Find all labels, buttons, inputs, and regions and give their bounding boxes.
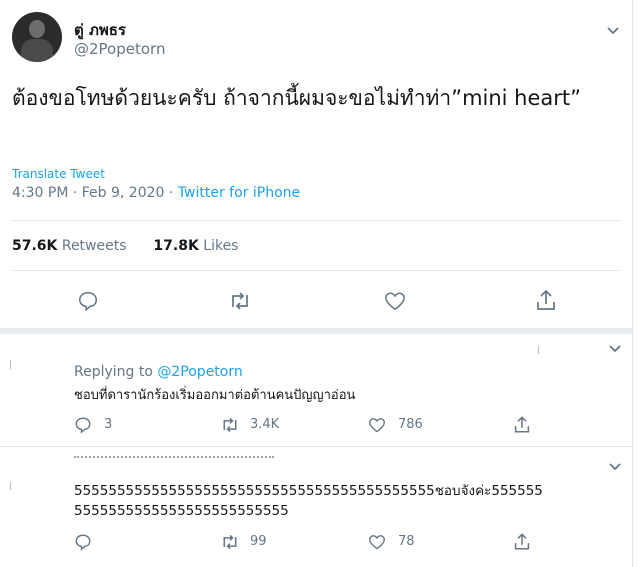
- chevron-down-icon[interactable]: [606, 26, 620, 36]
- reply-text: ชอบที่ดารานักร้องเริ่มออกมาต่อต้านคนปัญญ…: [74, 388, 356, 403]
- chevron-down-icon[interactable]: [608, 462, 622, 472]
- replying-to: Replying to @2Popetorn: [74, 364, 243, 380]
- likes-label: Likes: [203, 238, 239, 254]
- obscured-header: [74, 456, 274, 460]
- avatar-placeholder: [10, 482, 11, 490]
- reply-count: 3: [104, 417, 113, 432]
- like-icon[interactable]: [368, 534, 386, 550]
- likes-stat[interactable]: 17.8K Likes: [153, 238, 238, 254]
- tweet-time[interactable]: 4:30 PM · Feb 9, 2020: [12, 185, 164, 201]
- share-icon[interactable]: [536, 289, 556, 311]
- translate-tweet-link[interactable]: Translate Tweet: [12, 167, 105, 181]
- reply-text: 5555555555555555555555555555555555555555…: [74, 483, 543, 519]
- retweet-count: 99: [250, 534, 267, 549]
- chevron-down-icon[interactable]: [608, 344, 622, 354]
- retweet-icon[interactable]: [220, 416, 240, 434]
- author-handle[interactable]: @2Popetorn: [74, 40, 165, 58]
- replying-handle[interactable]: @2Popetorn: [157, 364, 242, 380]
- retweet-count: 3.4K: [250, 417, 280, 432]
- author-avatar[interactable]: [12, 12, 62, 62]
- reply-icon[interactable]: [77, 290, 99, 312]
- section-separator: [0, 328, 632, 334]
- retweets-count: 57.6K: [12, 238, 58, 254]
- like-icon[interactable]: [384, 291, 406, 311]
- retweet-icon[interactable]: [228, 290, 252, 312]
- likes-count: 17.8K: [153, 238, 199, 254]
- meta-separator: ·: [164, 185, 178, 201]
- divider: [12, 220, 620, 221]
- retweet-icon[interactable]: [220, 533, 240, 551]
- like-icon[interactable]: [368, 417, 386, 433]
- avatar-placeholder: [10, 360, 11, 369]
- share-icon[interactable]: [514, 532, 530, 551]
- share-icon[interactable]: [514, 415, 530, 434]
- author-name[interactable]: ตู่ ภพธร: [74, 18, 126, 42]
- reply-icon[interactable]: [74, 533, 92, 551]
- like-count: 786: [398, 417, 423, 432]
- tweet-source[interactable]: Twitter for iPhone: [178, 185, 300, 201]
- tweet-text: ต้องขอโทษด้วยนะครับ ถ้าจากนี้ผมจะขอไม่ทำ…: [12, 86, 582, 110]
- like-count: 78: [398, 534, 415, 549]
- tweet-stats: 57.6K Retweets 17.8K Likes: [12, 238, 238, 254]
- replying-prefix: Replying to: [74, 364, 153, 380]
- retweets-label: Retweets: [61, 238, 127, 254]
- tweet-panel: ตู่ ภพธร @2Popetorn ต้องขอโทษด้วยนะครับ …: [0, 0, 633, 567]
- tweet-meta: 4:30 PM · Feb 9, 2020 · Twitter for iPho…: [12, 185, 300, 201]
- divider: [12, 270, 620, 271]
- retweets-stat[interactable]: 57.6K Retweets: [12, 238, 127, 254]
- avatar-placeholder: [538, 346, 539, 354]
- reply-icon[interactable]: [74, 416, 92, 434]
- divider: [0, 446, 632, 447]
